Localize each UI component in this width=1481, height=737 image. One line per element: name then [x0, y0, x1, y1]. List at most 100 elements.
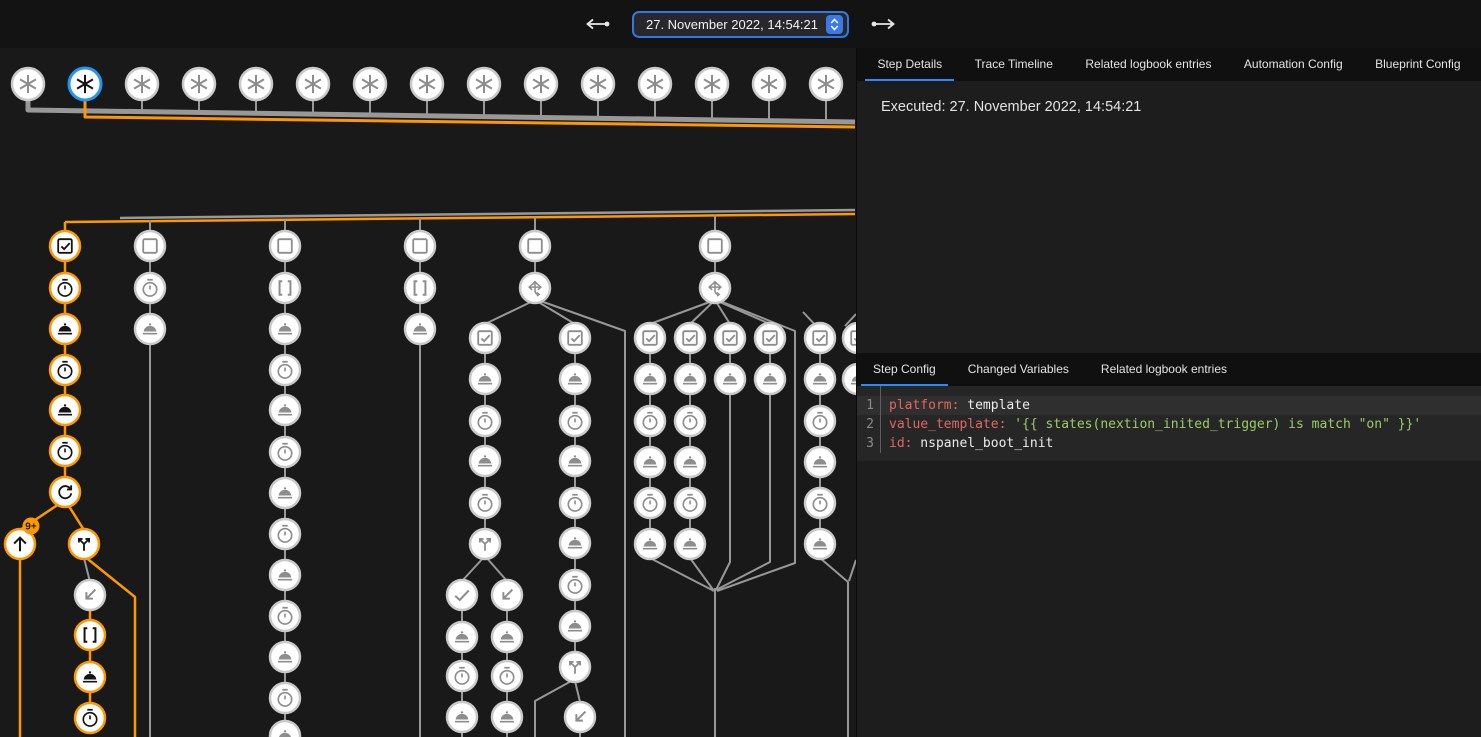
graph-node-checkbox-marked[interactable] [560, 323, 590, 353]
graph-node-call-split[interactable] [470, 529, 500, 559]
graph-node-repeat[interactable] [50, 477, 80, 507]
graph-node-arrow-decision[interactable] [520, 273, 550, 303]
graph-node-stopwatch[interactable] [270, 355, 300, 385]
graph-node-checkbox-marked[interactable] [715, 323, 745, 353]
graph-node-bell-dome[interactable] [270, 395, 300, 425]
graph-node-arrow-decision[interactable] [700, 273, 730, 303]
graph-node-bell-dome[interactable] [270, 560, 300, 590]
tab-automation-config[interactable]: Automation Config [1232, 48, 1355, 81]
graph-node-stopwatch[interactable] [805, 488, 835, 518]
graph-node-stopwatch[interactable] [50, 436, 80, 466]
graph-node-asterisk[interactable] [468, 68, 500, 100]
graph-node-call-split[interactable] [560, 652, 590, 682]
graph-node-bell-dome[interactable] [492, 702, 522, 732]
tab-step-config[interactable]: Step Config [861, 353, 948, 386]
graph-node-call-split[interactable] [69, 529, 99, 559]
tab-related-logbook-entries[interactable]: Related logbook entries [1073, 48, 1223, 81]
graph-node-stopwatch[interactable] [675, 406, 705, 436]
graph-node-bell-dome[interactable] [470, 364, 500, 394]
graph-node-stopwatch[interactable] [50, 273, 80, 303]
graph-node-asterisk[interactable] [126, 68, 158, 100]
graph-node-arrow-bottom-left[interactable] [565, 702, 595, 732]
graph-node-bell-dome[interactable] [675, 529, 705, 559]
graph-node-bell-dome[interactable] [805, 364, 835, 394]
tab-step-details[interactable]: Step Details [865, 48, 954, 81]
graph-node-asterisk[interactable] [12, 68, 44, 100]
graph-node-stopwatch[interactable] [560, 570, 590, 600]
graph-node-stopwatch[interactable] [560, 488, 590, 518]
graph-node-checkbox-marked[interactable] [50, 231, 80, 261]
graph-node-bell-dome[interactable] [715, 364, 745, 394]
previous-trace-button[interactable] [578, 13, 616, 35]
graph-node-bell-dome[interactable] [635, 529, 665, 559]
graph-node-brackets[interactable] [75, 620, 105, 650]
graph-node-stopwatch[interactable] [635, 488, 665, 518]
graph-node-checkbox-blank[interactable] [405, 231, 435, 261]
graph-node-bell-dome[interactable] [470, 446, 500, 476]
graph-node-bell-dome[interactable] [755, 364, 785, 394]
graph-node-stopwatch[interactable] [50, 355, 80, 385]
next-trace-button[interactable] [865, 13, 903, 35]
graph-node-bell-dome[interactable] [270, 314, 300, 344]
graph-node-bell-dome[interactable] [270, 478, 300, 508]
graph-node-bell-dome[interactable] [805, 529, 835, 559]
tab-trace-timeline[interactable]: Trace Timeline [963, 48, 1065, 81]
graph-node-bell-dome[interactable] [75, 662, 105, 692]
graph-node-checkbox-marked[interactable] [843, 323, 856, 353]
graph-node-stopwatch[interactable] [270, 519, 300, 549]
graph-node-asterisk[interactable] [297, 68, 329, 100]
graph-node-bell-dome[interactable] [50, 395, 80, 425]
graph-node-checkbox-marked[interactable] [635, 323, 665, 353]
graph-node-checkbox-marked[interactable] [470, 323, 500, 353]
graph-node-bell-dome[interactable] [405, 314, 435, 344]
graph-node-asterisk[interactable] [240, 68, 272, 100]
graph-node-bell-dome[interactable] [675, 364, 705, 394]
graph-node-bell-dome[interactable] [635, 447, 665, 477]
graph-node-bell-dome[interactable] [50, 314, 80, 344]
graph-node-checkbox-blank[interactable] [135, 231, 165, 261]
graph-node-stopwatch[interactable] [470, 488, 500, 518]
trace-date-select[interactable]: 27. November 2022, 14:54:21 [632, 11, 849, 38]
tab-related-logbook-entries[interactable]: Related logbook entries [1089, 353, 1239, 386]
graph-node-arrow-bottom-left[interactable] [75, 580, 105, 610]
graph-node-brackets[interactable] [270, 273, 300, 303]
graph-node-bell-dome[interactable] [560, 528, 590, 558]
graph-node-stopwatch[interactable] [270, 601, 300, 631]
graph-node-checkbox-marked[interactable] [755, 323, 785, 353]
graph-node-bell-dome[interactable] [560, 364, 590, 394]
graph-node-stopwatch[interactable] [635, 406, 665, 436]
graph-node-asterisk[interactable] [183, 68, 215, 100]
graph-node-bell-dome[interactable] [270, 721, 300, 737]
graph-node-asterisk[interactable] [696, 68, 728, 100]
trace-graph-pane[interactable]: 9+ [0, 48, 856, 737]
graph-node-checkbox-blank[interactable] [700, 231, 730, 261]
graph-node-check[interactable] [447, 580, 477, 610]
graph-node-stopwatch[interactable] [675, 488, 705, 518]
graph-node-stopwatch[interactable] [447, 661, 477, 691]
graph-node-checkbox-marked[interactable] [805, 323, 835, 353]
graph-node-asterisk[interactable] [753, 68, 785, 100]
graph-node-stopwatch[interactable] [270, 683, 300, 713]
graph-node-bell-dome[interactable] [560, 611, 590, 641]
graph-node-stopwatch[interactable] [492, 661, 522, 691]
graph-node-bell-dome[interactable] [447, 702, 477, 732]
graph-node-asterisk[interactable] [354, 68, 386, 100]
graph-node-stopwatch[interactable] [75, 703, 105, 733]
graph-node-asterisk[interactable] [69, 68, 101, 100]
graph-node-bell-dome[interactable] [447, 622, 477, 652]
graph-node-asterisk[interactable] [525, 68, 557, 100]
graph-node-asterisk[interactable] [582, 68, 614, 100]
graph-node-asterisk[interactable] [411, 68, 443, 100]
graph-node-bell-dome[interactable] [560, 446, 590, 476]
graph-node-checkbox-marked[interactable] [675, 323, 705, 353]
graph-node-stopwatch[interactable] [135, 273, 165, 303]
graph-node-bell-dome[interactable] [675, 447, 705, 477]
graph-node-arrow-bottom-left[interactable] [492, 580, 522, 610]
tab-blueprint-config[interactable]: Blueprint Config [1363, 48, 1472, 81]
graph-node-stopwatch[interactable] [805, 406, 835, 436]
graph-node-stopwatch[interactable] [270, 437, 300, 467]
graph-node-bell-dome[interactable] [635, 364, 665, 394]
graph-node-bell-dome[interactable] [492, 622, 522, 652]
graph-node-checkbox-blank[interactable] [520, 231, 550, 261]
graph-node-brackets[interactable] [405, 273, 435, 303]
